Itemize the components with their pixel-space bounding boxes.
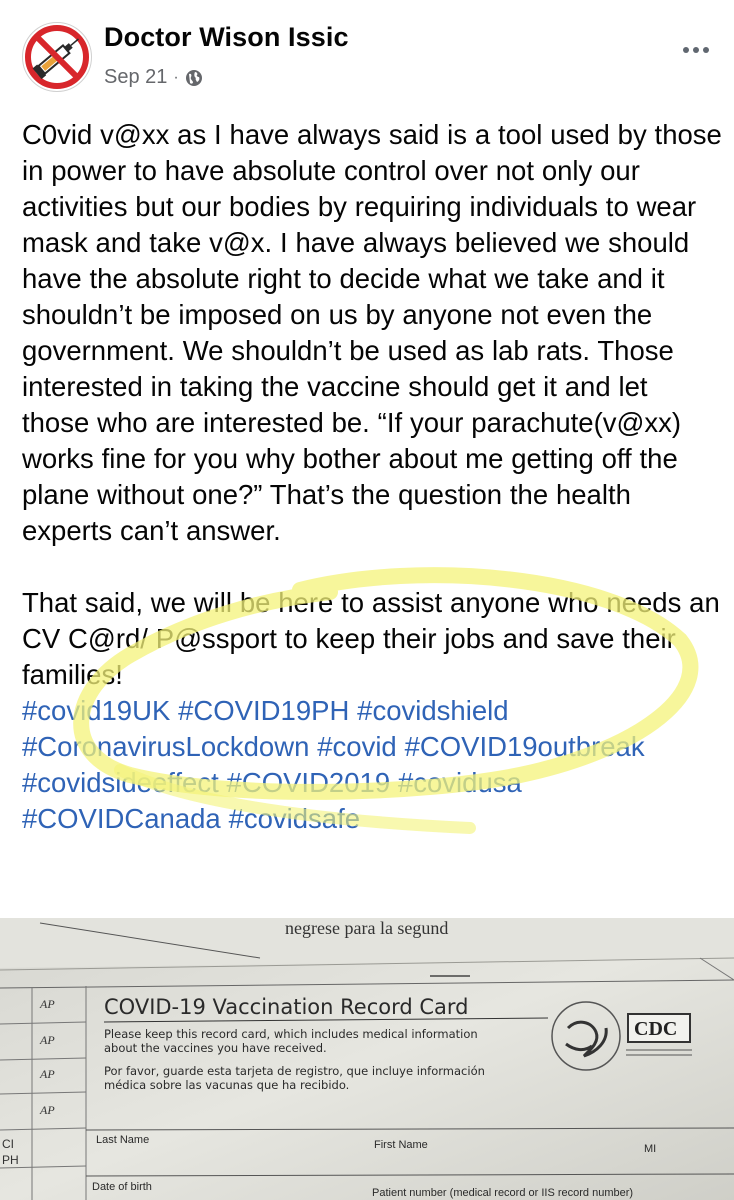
no-vaccine-syringe-icon xyxy=(25,25,89,89)
post-paragraph-2: That said, we will be here to assist any… xyxy=(22,587,720,690)
hashtag[interactable]: #covidusa xyxy=(398,767,522,798)
hashtag[interactable]: #CoronavirusLockdown xyxy=(22,731,309,762)
card-edge-text: CI xyxy=(2,1137,14,1151)
hashtag[interactable]: #COVIDCanada xyxy=(22,803,221,834)
post-header: Doctor Wison Issic Sep 21 · xyxy=(0,0,734,110)
card-edge-text: PH xyxy=(2,1153,19,1167)
hashtag[interactable]: #covid xyxy=(317,731,397,762)
hashtag[interactable]: #covidshield xyxy=(357,695,508,726)
post-body: C0vid v@xx as I have always said is a to… xyxy=(22,117,722,837)
date-of-birth-label: Date of birth xyxy=(92,1181,152,1193)
author-name[interactable]: Doctor Wison Issic xyxy=(104,22,349,53)
patient-number-label: Patient number (medical record or IIS re… xyxy=(372,1187,633,1199)
card-title: COVID-19 Vaccination Record Card xyxy=(104,995,469,1019)
card-line: about the vaccines you have received. xyxy=(104,1041,327,1055)
hashtag[interactable]: #COVID19outbreak xyxy=(405,731,645,762)
card-mark: AP xyxy=(39,1103,55,1117)
post-meta: Sep 21 · xyxy=(104,66,203,89)
hashtag[interactable]: #covid19UK xyxy=(22,695,170,726)
avatar[interactable] xyxy=(22,22,92,92)
card-line: médica sobre las vacunas que ha recibido… xyxy=(104,1078,349,1092)
card-mark: AP xyxy=(39,1067,55,1081)
card-mark: AP xyxy=(39,1033,55,1047)
mi-label: MI xyxy=(644,1143,656,1155)
cdc-logo-text: CDC xyxy=(634,1018,677,1040)
vaccination-card-illustration: negrese para la segund CI PH AP AP AP AP… xyxy=(0,918,734,1200)
first-name-label: First Name xyxy=(374,1139,428,1151)
hashtag[interactable]: #covidsideeffect xyxy=(22,767,219,798)
last-name-label: Last Name xyxy=(96,1134,149,1146)
card-mark: AP xyxy=(39,997,55,1011)
meta-separator: · xyxy=(173,68,179,86)
card-line: Please keep this record card, which incl… xyxy=(104,1027,478,1041)
hashtag[interactable]: #COVID19PH xyxy=(178,695,349,726)
more-options-icon[interactable] xyxy=(676,40,716,60)
card-back-text: negrese para la segund xyxy=(285,918,448,938)
post-date[interactable]: Sep 21 xyxy=(104,66,167,89)
card-line: Por favor, guarde esta tarjeta de regist… xyxy=(104,1064,485,1078)
hashtag-list: #covid19UK #COVID19PH #covidshield #Coro… xyxy=(22,693,722,837)
hashtag[interactable]: #covidsafe xyxy=(229,803,360,834)
vaccination-card-photo: negrese para la segund CI PH AP AP AP AP… xyxy=(0,918,734,1200)
globe-icon xyxy=(185,69,202,86)
post-paragraph-1: C0vid v@xx as I have always said is a to… xyxy=(22,119,722,546)
hashtag[interactable]: #COVID2019 xyxy=(227,767,391,798)
